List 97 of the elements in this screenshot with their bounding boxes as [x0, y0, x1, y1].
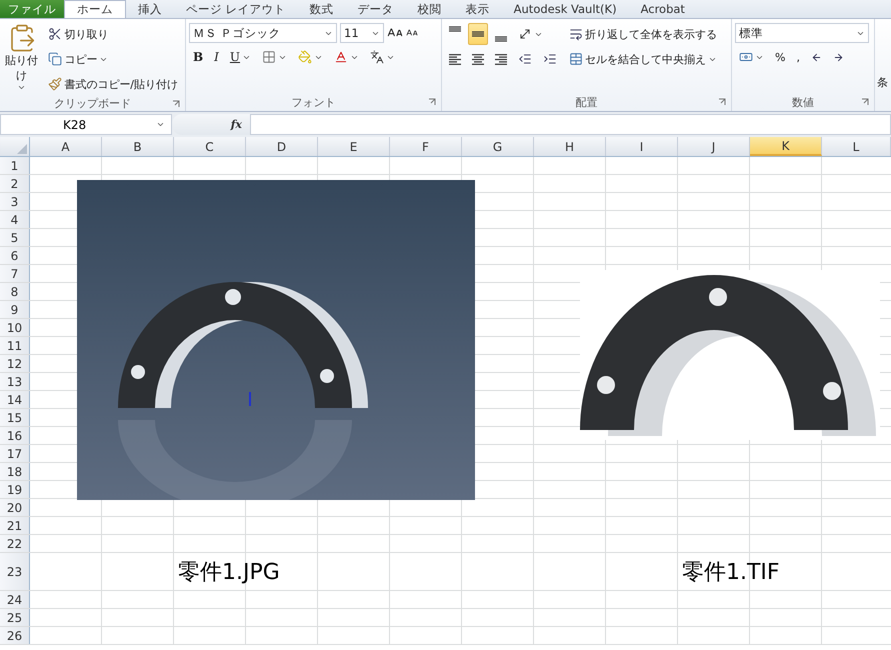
- row-header[interactable]: 12: [0, 355, 30, 372]
- cut-button[interactable]: 切り取り: [44, 23, 182, 45]
- row-header[interactable]: 24: [0, 591, 30, 608]
- row-header[interactable]: 10: [0, 319, 30, 336]
- group-label: 数値: [792, 94, 814, 110]
- align-lines-icon: [495, 36, 507, 42]
- column-header[interactable]: B: [102, 137, 174, 156]
- row-header[interactable]: 22: [0, 535, 30, 552]
- copy-icon: [48, 52, 62, 66]
- row-header[interactable]: 13: [0, 373, 30, 390]
- grid-icon: [262, 50, 276, 64]
- vertical-align-button[interactable]: [468, 23, 488, 45]
- row-header[interactable]: 1: [0, 157, 30, 174]
- column-header[interactable]: D: [246, 137, 318, 156]
- row-header[interactable]: 25: [0, 609, 30, 626]
- dialog-launcher-icon[interactable]: [861, 98, 869, 106]
- align-lines-icon: [449, 26, 461, 32]
- column-header[interactable]: G: [462, 137, 534, 156]
- column-header[interactable]: H: [534, 137, 606, 156]
- row-header[interactable]: 8: [0, 283, 30, 300]
- row-header[interactable]: 19: [0, 481, 30, 498]
- row-header[interactable]: 3: [0, 193, 30, 210]
- wrap-text-button[interactable]: 折り返して全体を表示する: [565, 23, 721, 45]
- row-header[interactable]: 9: [0, 301, 30, 318]
- italic-button[interactable]: I: [210, 46, 223, 68]
- font-size-field[interactable]: 11: [340, 23, 384, 43]
- row-header[interactable]: 5: [0, 229, 30, 246]
- row-header[interactable]: 17: [0, 445, 30, 462]
- dialog-launcher-icon[interactable]: [428, 98, 436, 106]
- bold-button[interactable]: B: [189, 46, 208, 68]
- ribbon-tab[interactable]: ページ レイアウト: [174, 0, 298, 18]
- column-header[interactable]: C: [174, 137, 246, 156]
- row-header[interactable]: 21: [0, 517, 30, 534]
- column-header[interactable]: K: [750, 137, 822, 156]
- row-header[interactable]: 6: [0, 247, 30, 264]
- formula-field[interactable]: [250, 114, 891, 135]
- insert-function-button[interactable]: fx: [230, 118, 242, 131]
- cell-text: 零件1.JPG: [178, 560, 280, 585]
- row-header[interactable]: 4: [0, 211, 30, 228]
- row-header[interactable]: 20: [0, 499, 30, 516]
- ribbon-tab[interactable]: ホーム: [64, 0, 126, 18]
- scissors-icon: [48, 27, 62, 41]
- row-header[interactable]: 2: [0, 175, 30, 192]
- banknote-icon: [739, 50, 753, 64]
- number-format-field[interactable]: 標準: [735, 23, 869, 43]
- column-header[interactable]: A: [30, 137, 102, 156]
- ribbon-tab[interactable]: 表示: [454, 0, 502, 18]
- diagonal-arrow-icon: [518, 27, 532, 41]
- format-painter-button[interactable]: 書式のコピー/貼り付け: [44, 73, 182, 95]
- row-header[interactable]: 7: [0, 265, 30, 282]
- group-label: フォント: [292, 94, 336, 110]
- row-header[interactable]: 15: [0, 409, 30, 426]
- column-header[interactable]: I: [606, 137, 678, 156]
- arrow-right-icon: [832, 52, 844, 62]
- comma-button[interactable]: ,: [792, 46, 804, 68]
- row-header[interactable]: 11: [0, 337, 30, 354]
- ribbon-tab[interactable]: 校閲: [406, 0, 454, 18]
- row-header[interactable]: 18: [0, 463, 30, 480]
- copy-button[interactable]: コピー: [44, 48, 182, 70]
- group-label: クリップボード: [54, 96, 131, 110]
- merge-center-button[interactable]: セルを結合して中央揃え: [565, 48, 721, 70]
- arrow-left-icon: [810, 52, 822, 62]
- align-lines-icon: [495, 54, 507, 64]
- ribbon-tab[interactable]: 数式: [298, 0, 346, 18]
- merge-cells-icon: [569, 52, 583, 66]
- percent-button[interactable]: %: [771, 46, 790, 68]
- align-lines-icon: [449, 54, 461, 64]
- group-label: 配置: [576, 94, 598, 110]
- row-header[interactable]: 14: [0, 391, 30, 408]
- wrap-text-icon: [569, 27, 583, 41]
- row-header[interactable]: 26: [0, 627, 30, 644]
- dialog-launcher-icon[interactable]: [172, 100, 180, 108]
- paste-button[interactable]: 貼り付け: [3, 23, 40, 95]
- ribbon-tab[interactable]: Acrobat: [628, 0, 697, 18]
- paint-bucket-icon: [298, 50, 312, 64]
- name-box[interactable]: K28: [0, 114, 172, 135]
- font-name-field[interactable]: ＭＳ Ｐゴシック: [189, 23, 337, 43]
- column-header[interactable]: E: [318, 137, 390, 156]
- row-header[interactable]: 23: [0, 553, 30, 590]
- align-lines-icon: [472, 31, 484, 37]
- align-lines-icon: [472, 54, 484, 64]
- font-color-icon: [334, 50, 348, 64]
- underline-button[interactable]: U: [226, 46, 256, 68]
- dialog-launcher-icon[interactable]: [718, 98, 726, 106]
- ribbon-tab[interactable]: Autodesk Vault(K): [502, 0, 629, 18]
- phonetic-icon: [370, 50, 384, 64]
- column-header[interactable]: F: [390, 137, 462, 156]
- ribbon-button-label[interactable]: 条: [877, 76, 888, 89]
- ribbon-tab[interactable]: 挿入: [126, 0, 174, 18]
- file-tab[interactable]: ファイル: [0, 0, 64, 18]
- indent-icon: [518, 52, 532, 66]
- paintbrush-icon: [48, 77, 62, 91]
- column-header[interactable]: L: [822, 137, 891, 156]
- row-header[interactable]: 16: [0, 427, 30, 444]
- ribbon-tab[interactable]: データ: [346, 0, 406, 18]
- cell-text: 零件1.TIF: [682, 560, 780, 585]
- indent-icon: [543, 52, 557, 66]
